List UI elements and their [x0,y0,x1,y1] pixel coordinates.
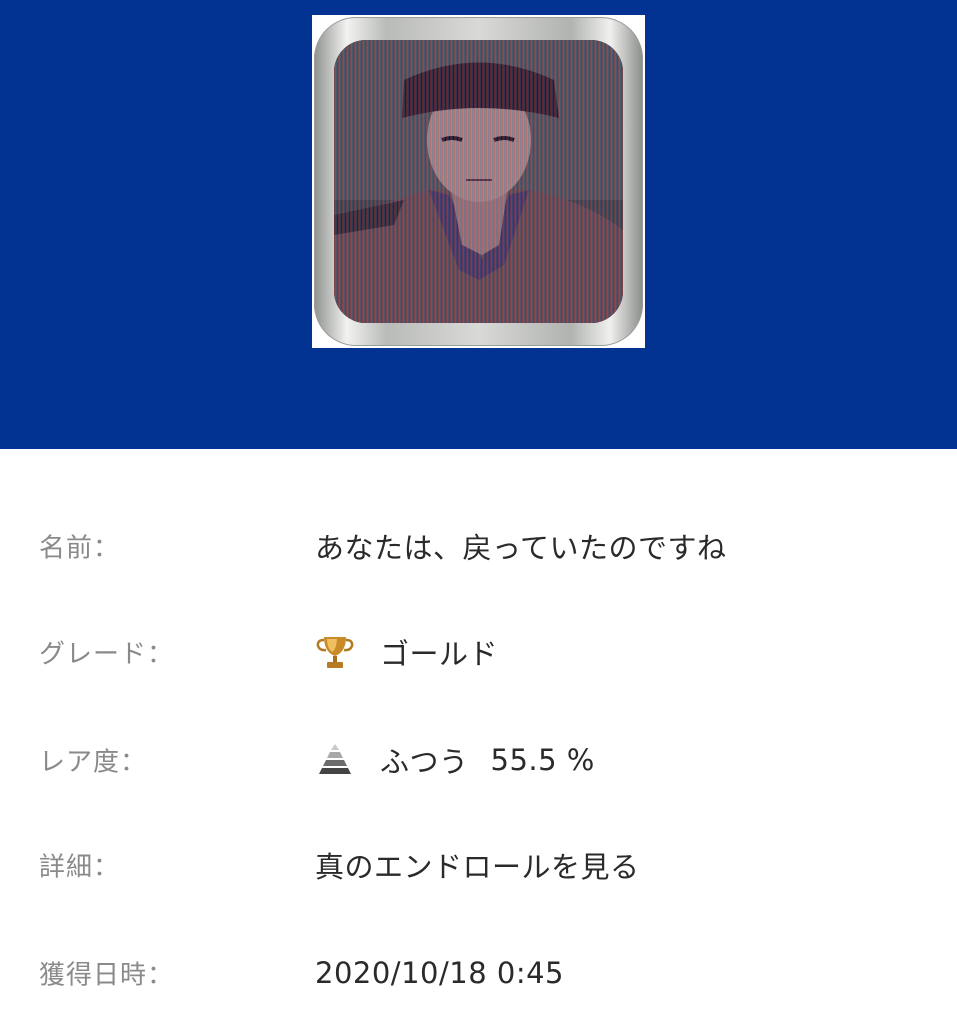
rarity-percent: 55.5 % [490,743,595,777]
rarity-value-container: ふつう 55.5 % [315,739,595,781]
detail-value: 真のエンドロールを見る [315,850,640,884]
image-frame [314,17,643,346]
earned-value: 2020/10/18 0:45 [315,956,564,990]
portrait-photo [334,40,623,323]
grade-value: ゴールド [380,637,499,671]
earned-row: 獲得日時： 2020/10/18 0:45 [0,943,957,1003]
header-banner [0,0,957,449]
trophy-portrait-image [312,15,645,348]
rarity-row: レア度： ふつう 55.5 % [0,730,957,790]
name-label: 名前： [39,533,121,564]
grade-value-container: ゴールド [315,631,498,673]
rarity-label: レア度： [39,747,148,778]
name-value: あなたは、戻っていたのですね [315,531,727,565]
detail-label: 詳細： [39,852,121,883]
rarity-pyramid-icon [315,740,355,780]
grade-row: グレード： ゴールド [0,622,957,682]
name-row: 名前： あなたは、戻っていたのですね [0,516,957,576]
earned-label: 獲得日時： [39,960,175,991]
gold-trophy-icon [315,632,355,672]
detail-row: 詳細： 真のエンドロールを見る [0,835,957,895]
rarity-value: ふつう [380,745,469,779]
grade-label: グレード： [39,639,175,670]
